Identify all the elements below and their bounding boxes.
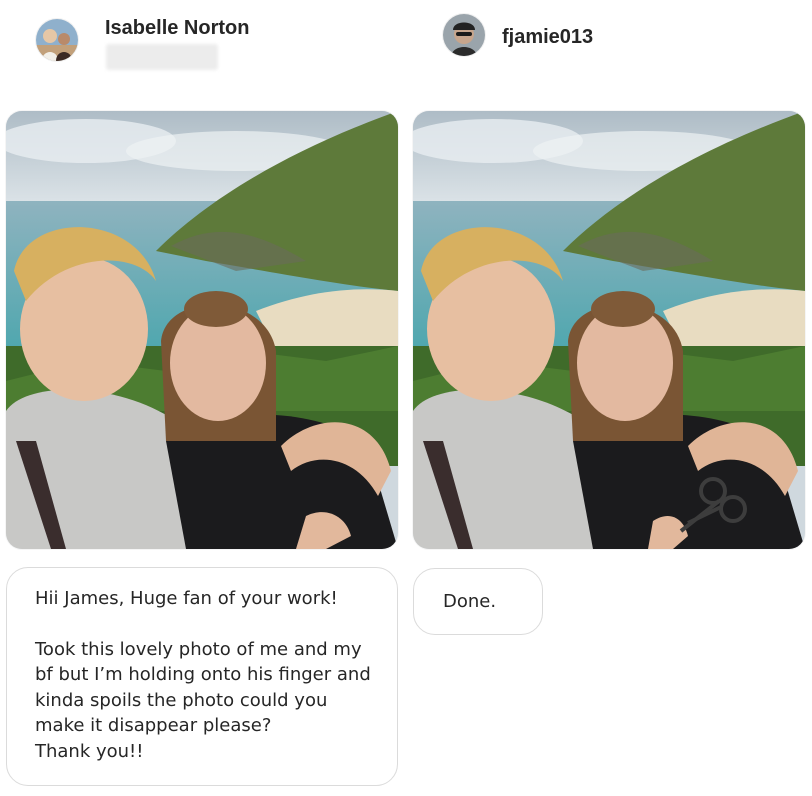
replier-name[interactable]: fjamie013 [502,26,593,49]
message-line: Thank you!! [35,740,144,762]
reply-text: Done. [443,591,497,612]
edited-photo[interactable] [413,111,805,549]
message-line: make it disappear please? [35,715,272,736]
sender-name[interactable]: Isabelle Norton [105,17,249,40]
message-line: bf but I’m holding onto his finger and [35,664,371,685]
message-line: Took this lovely photo of me and my [35,638,362,660]
request-message-bubble: Hii James, Huge fan of your work! Took t… [6,567,398,786]
avatar-fjamie[interactable] [443,14,485,56]
message-line: Hii James, Huge fan of your work! [35,588,338,609]
message-line: kinda spoils the photo could you [35,689,328,711]
blurred-subline [106,44,218,70]
reply-message-bubble: Done. [413,568,543,635]
original-photo[interactable] [6,111,398,549]
avatar-isabelle[interactable] [36,19,78,61]
